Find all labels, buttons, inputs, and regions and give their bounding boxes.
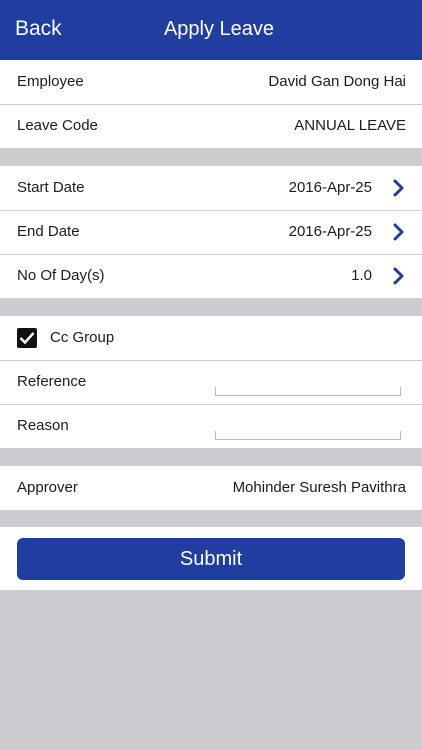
approver-row: Approver Mohinder Suresh Pavithra bbox=[0, 466, 422, 510]
reference-input[interactable] bbox=[215, 387, 401, 396]
reason-label: Reason bbox=[17, 417, 69, 434]
end-date-row[interactable]: End Date 2016-Apr-25 bbox=[0, 210, 422, 254]
employee-row: Employee David Gan Dong Hai bbox=[0, 60, 422, 104]
details-section: Cc Group Reference Reason bbox=[0, 316, 422, 448]
employee-info-section: Employee David Gan Dong Hai Leave Code A… bbox=[0, 60, 422, 148]
leave-code-label: Leave Code bbox=[17, 117, 98, 134]
leave-code-row: Leave Code ANNUAL LEAVE bbox=[0, 104, 422, 148]
employee-value: David Gan Dong Hai bbox=[268, 73, 406, 90]
cc-group-row[interactable]: Cc Group bbox=[0, 316, 422, 360]
start-date-label: Start Date bbox=[17, 179, 85, 196]
approver-value: Mohinder Suresh Pavithra bbox=[232, 479, 406, 496]
approver-label: Approver bbox=[17, 479, 78, 496]
days-value: 1.0 bbox=[351, 267, 372, 284]
checkmark-icon bbox=[19, 332, 35, 345]
reference-row: Reference bbox=[0, 360, 422, 404]
reason-row: Reason bbox=[0, 404, 422, 448]
start-date-row[interactable]: Start Date 2016-Apr-25 bbox=[0, 166, 422, 210]
chevron-right-icon[interactable] bbox=[393, 179, 405, 197]
app-header: Back Apply Leave bbox=[0, 0, 422, 60]
chevron-right-icon[interactable] bbox=[393, 267, 405, 285]
start-date-value: 2016-Apr-25 bbox=[288, 179, 372, 196]
days-row[interactable]: No Of Day(s) 1.0 bbox=[0, 254, 422, 298]
submit-button[interactable]: Submit bbox=[17, 538, 405, 580]
reason-input[interactable] bbox=[215, 431, 401, 440]
employee-label: Employee bbox=[17, 73, 84, 90]
end-date-value: 2016-Apr-25 bbox=[288, 223, 372, 240]
approver-section: Approver Mohinder Suresh Pavithra bbox=[0, 466, 422, 510]
end-date-label: End Date bbox=[17, 223, 80, 240]
reference-label: Reference bbox=[17, 373, 87, 390]
page-title: Apply Leave bbox=[163, 18, 275, 40]
submit-area: Submit bbox=[0, 527, 422, 590]
days-label: No Of Day(s) bbox=[17, 267, 105, 284]
cc-group-checkbox[interactable] bbox=[17, 328, 37, 348]
chevron-right-icon[interactable] bbox=[393, 223, 405, 241]
cc-group-label: Cc Group bbox=[50, 329, 115, 346]
leave-code-value: ANNUAL LEAVE bbox=[294, 117, 406, 134]
dates-section: Start Date 2016-Apr-25 End Date 2016-Apr… bbox=[0, 166, 422, 298]
